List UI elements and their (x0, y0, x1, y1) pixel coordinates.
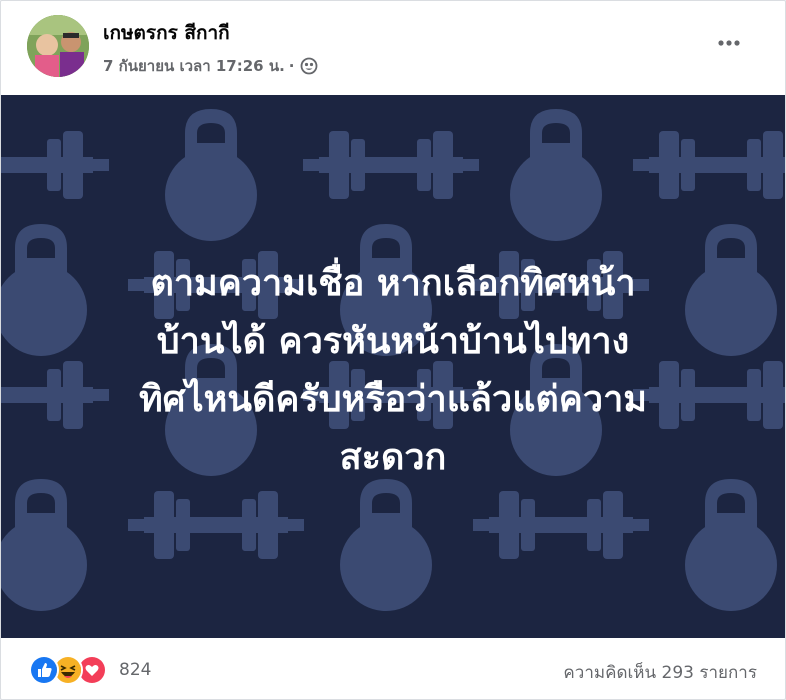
post-card: เกษตรกร สีกากี 7 กันยายน เวลา 17:26 น. · (0, 0, 786, 700)
post-message-line: สะดวก (339, 437, 447, 478)
reaction-count: 824 (119, 660, 152, 680)
post-message: ตามความเชื่อ หากเลือกทิศหน้า บ้านได้ ควร… (21, 255, 765, 487)
more-options-icon (718, 40, 740, 46)
meta-separator: · (288, 57, 295, 75)
like-icon (29, 655, 59, 685)
post-timestamp[interactable]: 7 กันยายน เวลา 17:26 น. (103, 54, 285, 78)
post-header: เกษตรกร สีกากี 7 กันยายน เวลา 17:26 น. · (1, 1, 785, 95)
post-message-line: บ้านได้ ควรหันหน้าบ้านไปทาง (156, 321, 630, 362)
reactions-summary[interactable]: 824 (29, 655, 151, 685)
post-meta: 7 กันยายน เวลา 17:26 น. · (103, 54, 318, 78)
public-globe-icon[interactable] (300, 57, 318, 75)
post-message-line: ทิศไหนดีครับหรือว่าแล้วแต่ความ (138, 379, 648, 420)
comments-count-link[interactable]: ความคิดเห็น 293 รายการ (563, 659, 757, 686)
post-message-line: ตามความเชื่อ หากเลือกทิศหน้า (150, 263, 636, 304)
author-name[interactable]: เกษตรกร สีกากี (103, 18, 230, 48)
post-footer: 824 ความคิดเห็น 293 รายการ (1, 639, 785, 699)
more-options-button[interactable] (711, 25, 747, 61)
post-text-banner: ตามความเชื่อ หากเลือกทิศหน้า บ้านได้ ควร… (1, 95, 785, 638)
author-avatar[interactable] (27, 15, 89, 77)
